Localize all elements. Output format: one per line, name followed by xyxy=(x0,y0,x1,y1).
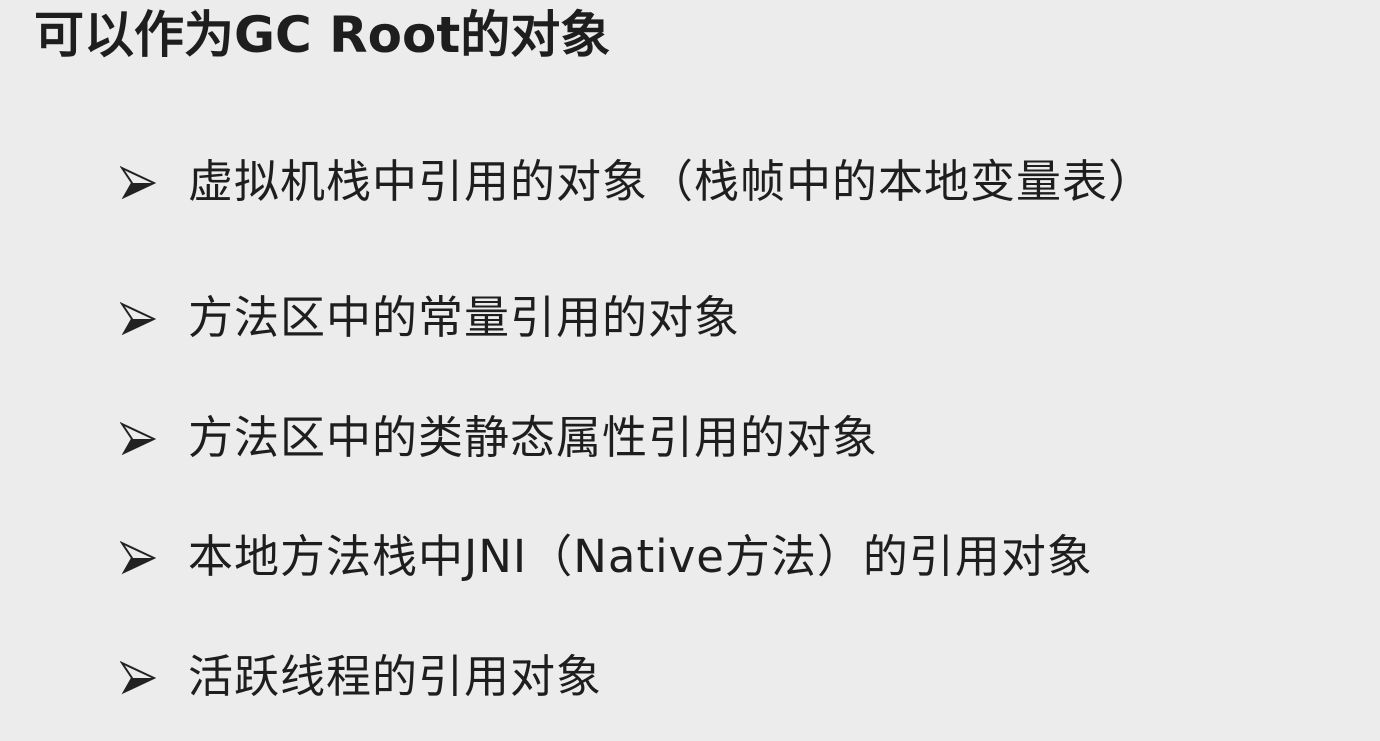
arrowhead-bullet-icon xyxy=(120,165,156,200)
bullet-text: 方法区中的常量引用的对象 xyxy=(188,291,741,344)
bullet-item: 方法区中的常量引用的对象 xyxy=(120,288,740,348)
bullet-text: 本地方法栈中JNI（Native方法）的引用对象 xyxy=(188,530,1093,583)
bullet-item: 虚拟机栈中引用的对象（栈帧中的本地变量表） xyxy=(120,152,1154,212)
slide-title: 可以作为GC Root的对象 xyxy=(34,6,611,64)
bullet-item: 本地方法栈中JNI（Native方法）的引用对象 xyxy=(120,527,1093,587)
bullet-item: 活跃线程的引用对象 xyxy=(120,647,602,707)
arrowhead-bullet-icon xyxy=(120,301,156,336)
bullet-text: 方法区中的类静态属性引用的对象 xyxy=(188,411,879,464)
arrowhead-bullet-icon xyxy=(120,421,156,456)
arrowhead-bullet-icon xyxy=(120,540,156,575)
bullet-item: 方法区中的类静态属性引用的对象 xyxy=(120,408,878,468)
arrowhead-bullet-icon xyxy=(120,660,156,695)
bullet-text: 活跃线程的引用对象 xyxy=(188,650,603,703)
bullet-text: 虚拟机栈中引用的对象（栈帧中的本地变量表） xyxy=(188,155,1155,208)
